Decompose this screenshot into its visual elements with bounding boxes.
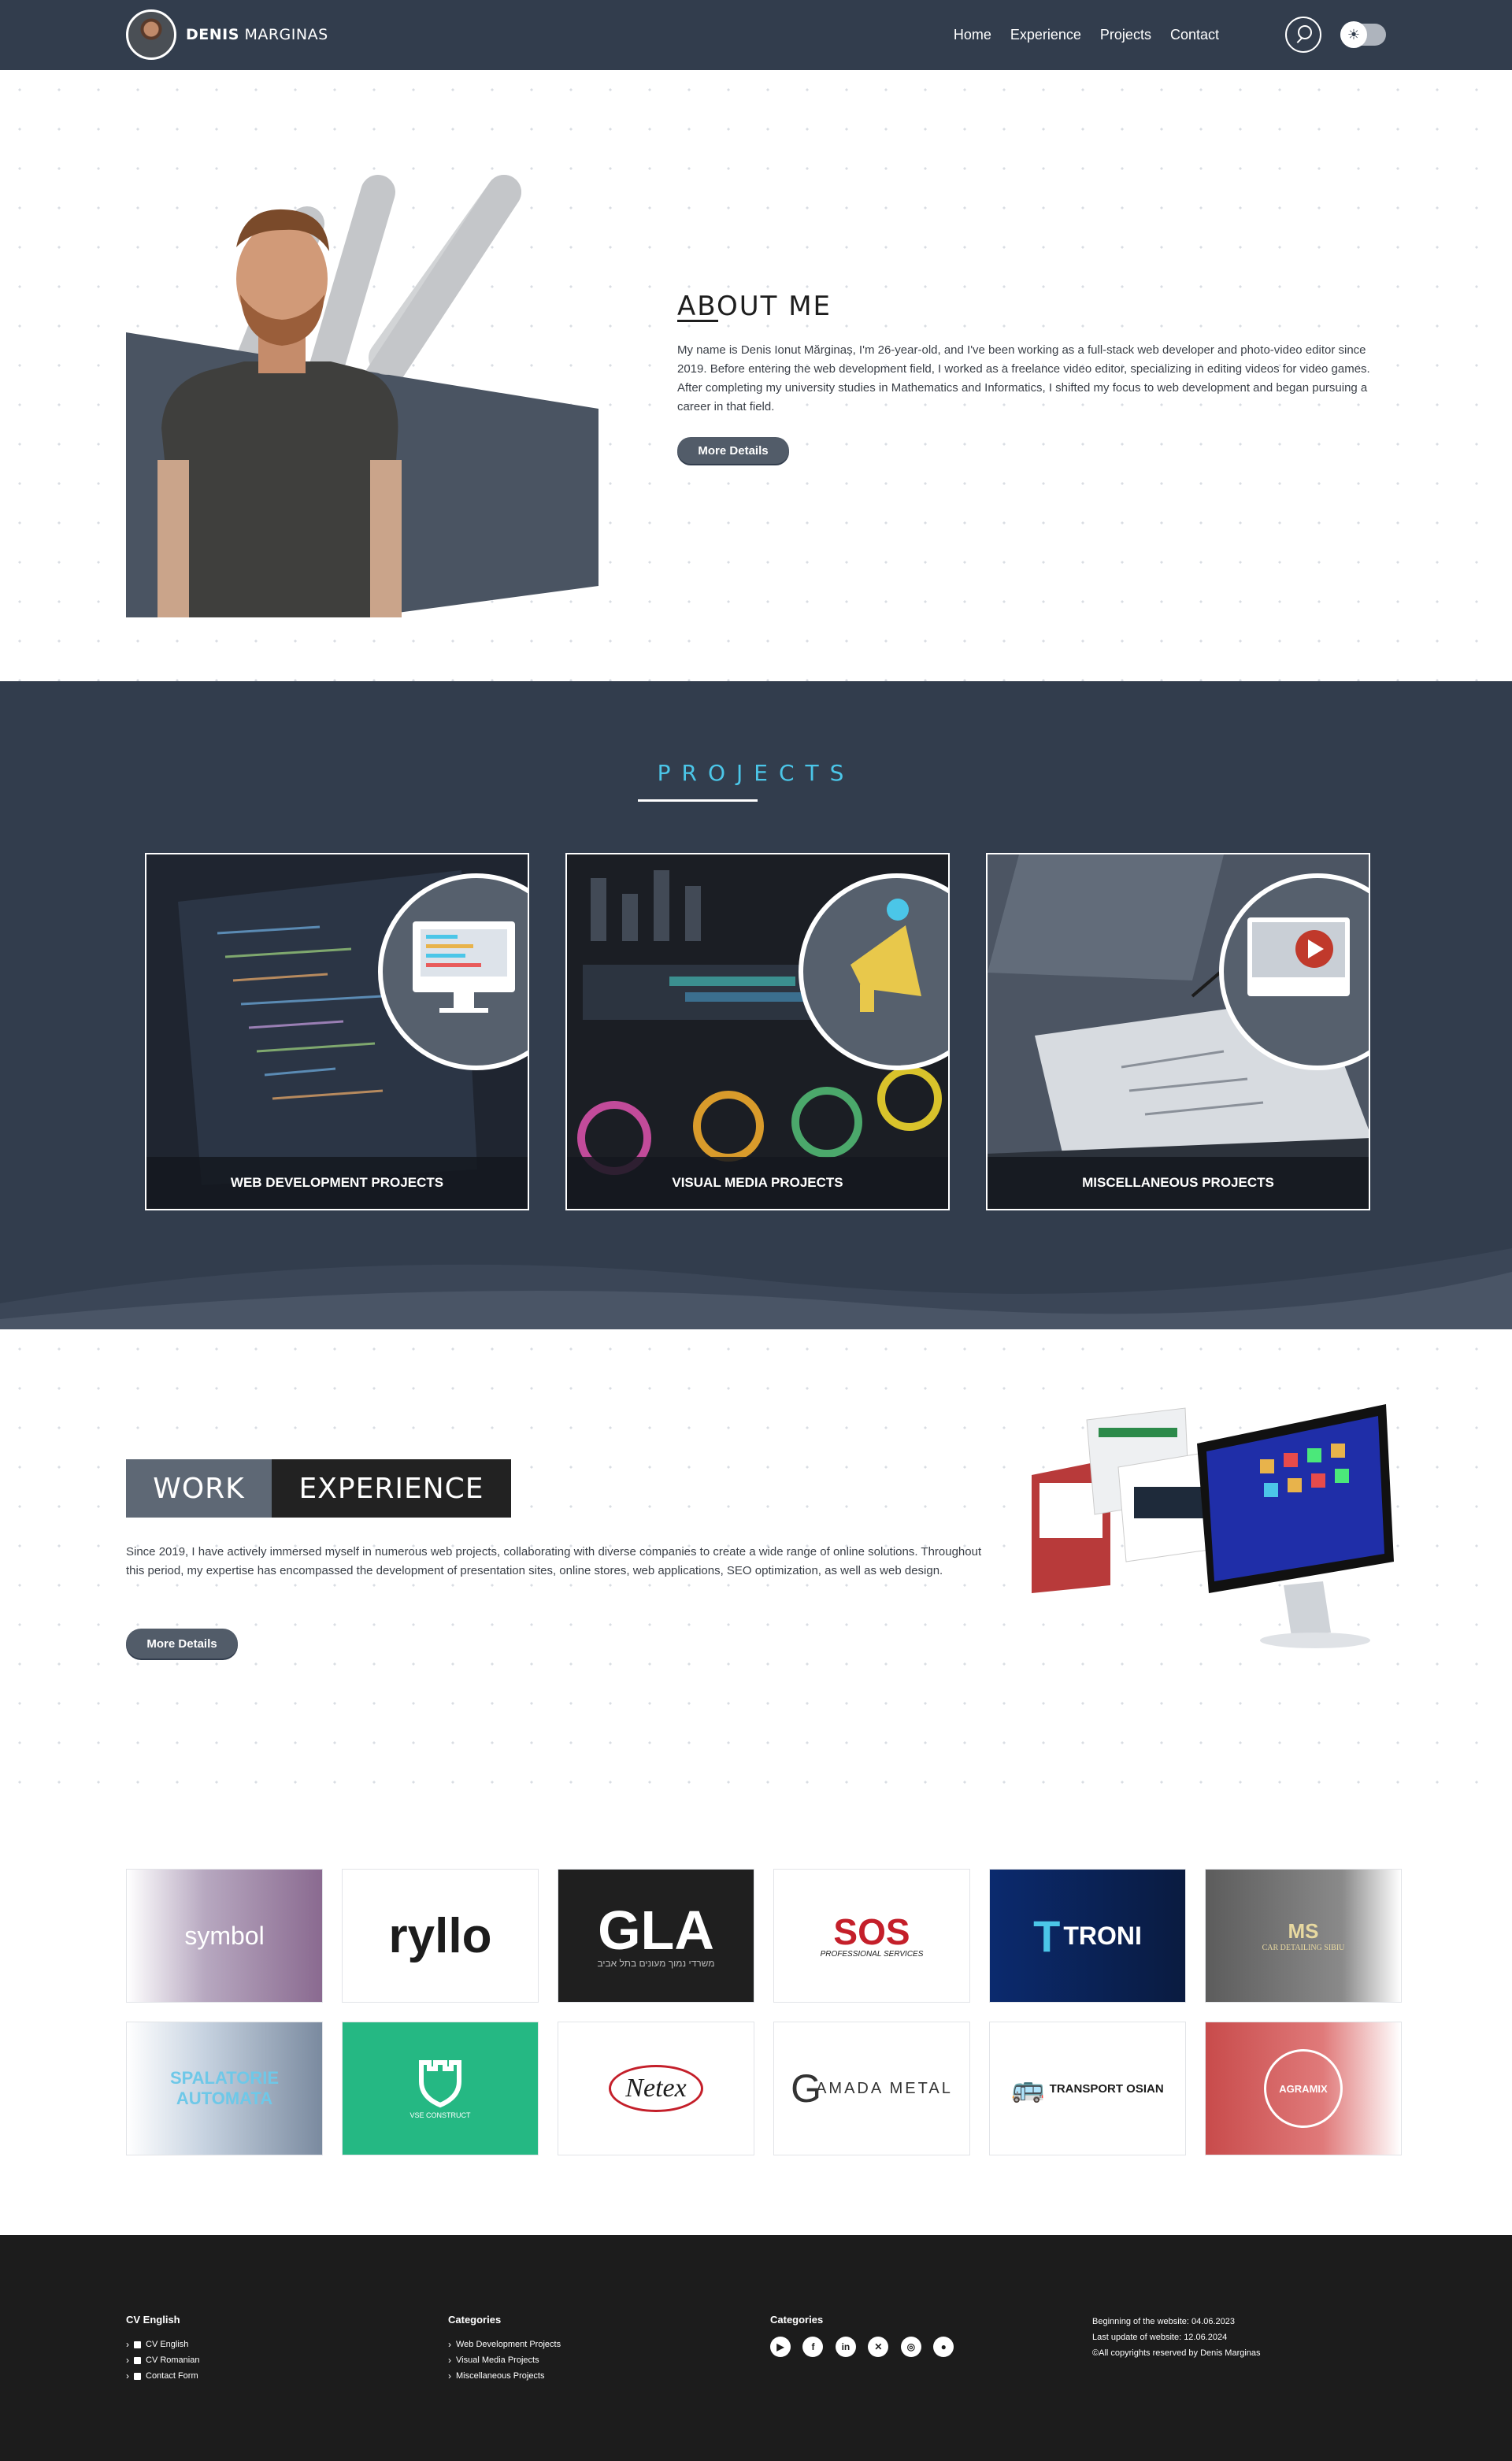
project-card-web[interactable]: WEB DEVELOPMENT PROJECTS	[145, 853, 529, 1210]
wave-divider	[0, 1248, 1512, 1329]
logo-gla[interactable]: GLA משרדי נמוך מעונים בתל אביב	[558, 1869, 754, 2003]
facebook-icon[interactable]: f	[802, 2337, 824, 2357]
x-icon[interactable]: ✕	[868, 2337, 889, 2357]
nav-projects[interactable]: Projects	[1100, 27, 1151, 43]
main-menu: Home Experience Projects Contact	[954, 0, 1219, 70]
footer-heading: CV English	[126, 2314, 180, 2326]
footer-link-visual-media[interactable]: › Visual Media Projects	[448, 2352, 561, 2368]
about-more-details-button[interactable]: More Details	[677, 437, 789, 464]
logo-ryllo[interactable]: ryllo	[342, 1869, 539, 2003]
logo-netex[interactable]: Netex	[558, 2022, 754, 2155]
logo-troni[interactable]: T TRONI	[989, 1869, 1186, 2003]
project-card-label: WEB DEVELOPMENT PROJECTS	[146, 1157, 528, 1209]
footer-col-cv: CV English › CV English › CV Romanian › Con…	[126, 2314, 199, 2384]
form-icon	[134, 2372, 141, 2380]
monitor-icon	[378, 873, 528, 1070]
footer-link-web-dev[interactable]: › Web Development Projects	[448, 2337, 561, 2352]
theme-toggle[interactable]: ☀	[1340, 21, 1386, 48]
sun-icon: ☀	[1340, 21, 1367, 48]
hero-illustration	[126, 175, 598, 617]
footer-info: Beginning of the website: 04.06.2023 Las…	[1092, 2314, 1261, 2361]
footer-col-categories: Categories › Web Development Projects › Vi…	[448, 2314, 561, 2384]
footer-link-contact-form[interactable]: › Contact Form	[126, 2368, 199, 2384]
project-card-label: MISCELLANEOUS PROJECTS	[988, 1157, 1369, 1209]
nav-home[interactable]: Home	[954, 27, 991, 43]
project-card-miscellaneous[interactable]: MISCELLANEOUS PROJECTS	[986, 853, 1370, 1210]
work-title-part1: WORK	[126, 1459, 272, 1518]
avatar	[126, 9, 176, 60]
footer-link-cv-romanian[interactable]: › CV Romanian	[126, 2352, 199, 2368]
nav-contact[interactable]: Contact	[1170, 27, 1219, 43]
work-experience-section: WORK EXPERIENCE Since 2019, I have activ…	[0, 1329, 1512, 1794]
projects-title: PROJECTS	[657, 760, 855, 786]
footer-link-cv-english[interactable]: › CV English	[126, 2337, 199, 2352]
logo-vse[interactable]: VSE CONSTRUCT	[342, 2022, 539, 2155]
logo-amada[interactable]: G AMADA METAL	[773, 2022, 970, 2155]
search-icon[interactable]	[1285, 17, 1321, 53]
instagram-icon[interactable]: ◎	[900, 2337, 921, 2357]
work-title: WORK EXPERIENCE	[126, 1459, 511, 1518]
document-icon	[134, 2341, 141, 2348]
work-more-details-button[interactable]: More Details	[126, 1629, 238, 1659]
logo-sos[interactable]: SOS PROFESSIONAL SERVICES	[773, 1869, 970, 2003]
brand-name: Denis Marginas	[186, 26, 328, 43]
youtube-icon[interactable]: ▶	[770, 2337, 791, 2357]
video-player-icon	[1219, 873, 1369, 1070]
logo-agramix[interactable]: AGRAMIX	[1205, 2022, 1402, 2155]
footer-start-date: Beginning of the website: 04.06.2023	[1092, 2317, 1236, 2326]
footer-copyright: ©All copyrights reserved by Denis Margin…	[1092, 2348, 1261, 2358]
logo-link[interactable]: Denis Marginas	[126, 9, 328, 60]
logo-symbol[interactable]: symbol	[126, 1869, 323, 2003]
about-text: My name is Denis Ionut Mărginaș, I'm 26-…	[677, 343, 1370, 413]
about-section: ABOUT ME My name is Denis Ionut Mărginaș…	[0, 70, 1512, 681]
about-title: ABOUT ME	[677, 291, 832, 322]
logo-spalatorie[interactable]: SPALATORIE AUTOMATA	[126, 2022, 323, 2155]
footer-update-date: Last update of website: 12.06.2024	[1092, 2333, 1228, 2342]
title-underline	[677, 320, 718, 322]
work-text: Since 2019, I have actively immersed mys…	[126, 1545, 982, 1577]
project-card-label: VISUAL MEDIA PROJECTS	[567, 1157, 948, 1209]
client-logos-section: symbol ryllo GLA משרדי נמוך מעונים בתל אב…	[0, 1794, 1512, 2235]
top-navbar: Denis Marginas Home Experience Projects …	[0, 0, 1512, 70]
github-icon[interactable]: ●	[933, 2337, 954, 2357]
footer-heading: Categories	[448, 2314, 502, 2326]
devices-mockup-image	[1032, 1404, 1394, 1648]
nav-experience[interactable]: Experience	[1010, 27, 1081, 43]
linkedin-icon[interactable]: in	[835, 2337, 856, 2357]
title-underline	[638, 799, 758, 802]
projects-section: PROJECTS WEB DEVELOPMENT PROJECTS VISUAL…	[0, 681, 1512, 1329]
work-title-part2: EXPERIENCE	[272, 1459, 511, 1518]
footer: CV English › CV English › CV Romanian › Con…	[0, 2235, 1512, 2461]
project-card-visual-media[interactable]: VISUAL MEDIA PROJECTS	[565, 853, 950, 1210]
footer-col-social: Categories ▶ f in ✕ ◎ ●	[770, 2314, 962, 2357]
logo-transport[interactable]: 🚌 TRANSPORT OSIAN	[989, 2022, 1186, 2155]
castle-icon	[419, 2060, 461, 2108]
footer-link-misc[interactable]: › Miscellaneous Projects	[448, 2368, 561, 2384]
megaphone-icon	[799, 873, 948, 1070]
footer-heading: Categories	[770, 2314, 824, 2326]
logo-car-detailing[interactable]: MS CAR DETAILING SIBIU	[1205, 1869, 1402, 2003]
document-icon	[134, 2356, 141, 2364]
